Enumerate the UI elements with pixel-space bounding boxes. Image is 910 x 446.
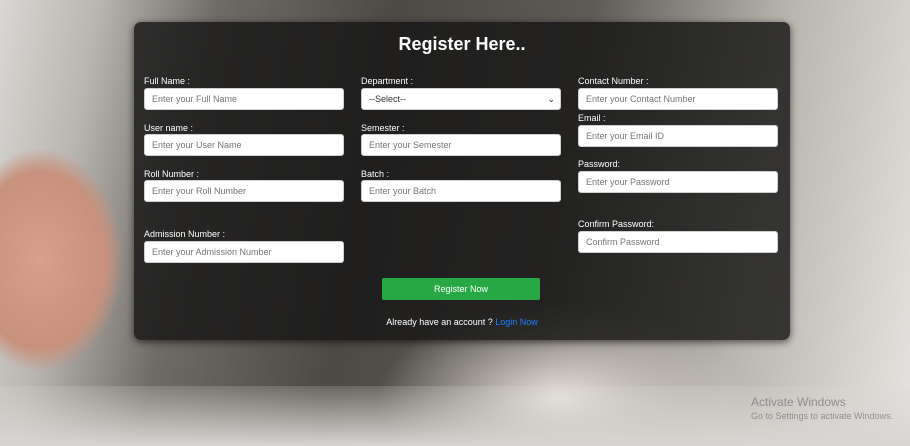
email-input[interactable]: [578, 125, 778, 147]
full-name-input[interactable]: [144, 88, 344, 110]
register-now-button[interactable]: Register Now: [382, 278, 540, 300]
password-input[interactable]: [578, 171, 778, 193]
email-label: Email :: [578, 113, 606, 123]
semester-label: Semester :: [361, 123, 405, 133]
activate-windows-watermark: Activate Windows Go to Settings to activ…: [751, 395, 893, 421]
chevron-down-icon: ⌄: [547, 94, 555, 104]
full-name-label: Full Name :: [144, 76, 191, 86]
confirm-password-input[interactable]: [578, 231, 778, 253]
department-select-value: --Select--: [369, 94, 407, 104]
watermark-title: Activate Windows: [751, 395, 846, 409]
contact-number-label: Contact Number :: [578, 76, 649, 86]
user-name-input[interactable]: [144, 134, 344, 156]
semester-input[interactable]: [361, 134, 561, 156]
department-select[interactable]: --Select-- ⌄: [361, 88, 561, 110]
password-label: Password:: [578, 159, 621, 169]
login-prompt: Already have an account ? Login Now: [134, 317, 790, 327]
login-now-link[interactable]: Login Now: [495, 317, 538, 327]
department-label: Department :: [361, 76, 414, 86]
admission-number-input[interactable]: [144, 241, 344, 263]
watermark-subtitle: Go to Settings to activate Windows.: [751, 411, 894, 421]
batch-label: Batch :: [361, 169, 390, 179]
confirm-password-label: Confirm Password:: [578, 219, 655, 229]
admission-number-label: Admission Number :: [144, 229, 226, 239]
register-form: Register Here.. Full Name : User name : …: [134, 22, 790, 340]
roll-number-label: Roll Number :: [144, 169, 200, 179]
user-name-label: User name :: [144, 123, 194, 133]
roll-number-input[interactable]: [144, 180, 344, 202]
contact-number-input[interactable]: [578, 88, 778, 110]
form-title: Register Here..: [398, 34, 526, 54]
batch-input[interactable]: [361, 180, 561, 202]
login-prompt-text: Already have an account ?: [386, 317, 493, 327]
